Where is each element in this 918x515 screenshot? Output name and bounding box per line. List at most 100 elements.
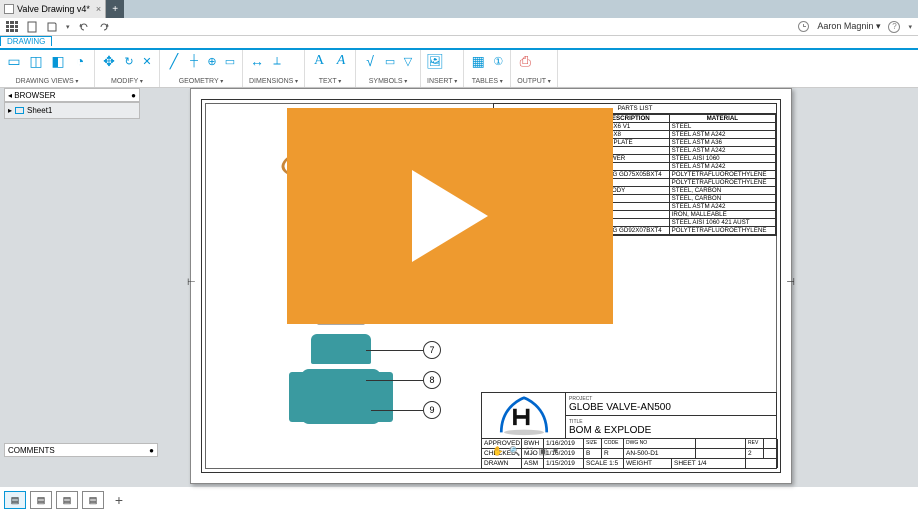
section-mark-right: ⊣ [786, 277, 795, 288]
sheet-thumb-2[interactable]: ▤ [30, 491, 52, 509]
balloon[interactable]: 7 [423, 341, 441, 359]
save-dropdown-icon[interactable]: ▾ [66, 23, 70, 31]
balloon-icon[interactable]: ① [492, 54, 504, 68]
undo-icon[interactable] [78, 21, 90, 33]
data-panel-icon[interactable] [6, 21, 18, 33]
table-cell: POLYTETRAFLUOROETHYLENE [669, 227, 775, 235]
save-icon[interactable] [46, 21, 58, 33]
browser-collapse-icon[interactable]: ● [131, 91, 136, 100]
zoom-window-icon[interactable]: ⛶ [526, 446, 532, 457]
leader-line [371, 410, 423, 411]
group-label[interactable]: DIMENSIONS [249, 78, 298, 85]
ordinate-icon[interactable]: ⟂ [271, 54, 283, 68]
sheet-thumb-3[interactable]: ▤ [56, 491, 78, 509]
sheet-icon [15, 107, 24, 114]
table-cell: STEEL ASTM A242 [669, 131, 775, 139]
leader-line [366, 380, 423, 381]
comments-label: COMMENTS [8, 446, 55, 455]
table-cell: POLYTETRAFLUOROETHYLENE [669, 179, 775, 187]
line-icon[interactable]: ╱ [166, 52, 182, 70]
title-block[interactable]: PROJECT GLOBE VALVE-AN500 TITLE BOM & EX… [481, 392, 777, 469]
browser-header[interactable]: ◂ BROWSER ● [4, 88, 140, 102]
context-tab-row: DRAWING [0, 36, 918, 48]
base-view-icon[interactable]: ▭ [6, 52, 22, 70]
group-modify: ✥ ↻ ✕ MODIFY [95, 50, 160, 87]
add-sheet-button[interactable]: + [108, 491, 130, 509]
group-label[interactable]: TEXT [311, 78, 349, 85]
ribbon-toolbar: ▭ ◫ ◧ ◔ DRAWING VIEWS ✥ ↻ ✕ MODIFY ╱ ┼ ⊕… [0, 48, 918, 88]
video-play-overlay[interactable] [287, 108, 613, 324]
document-tab[interactable]: Valve Drawing v4* × [0, 0, 106, 18]
group-drawing-views: ▭ ◫ ◧ ◔ DRAWING VIEWS [0, 50, 95, 87]
company-logo [482, 393, 566, 438]
rotate-icon[interactable]: ↻ [123, 54, 135, 68]
section-view-icon[interactable]: ◧ [50, 52, 66, 70]
browser-node-sheet[interactable]: ▸ Sheet1 [8, 106, 136, 115]
table-cell: STEEL [669, 123, 775, 131]
dimension-icon[interactable]: ↔ [249, 52, 265, 70]
output-icon[interactable]: ⎙ [517, 52, 533, 70]
centermark-icon[interactable]: ⊕ [206, 54, 218, 68]
group-tables: ▦ ① TABLES [464, 50, 511, 87]
balloon[interactable]: 8 [423, 371, 441, 389]
edge-icon[interactable]: ▭ [224, 54, 236, 68]
table-cell: STEEL ASTM A242 [669, 163, 775, 171]
clock-icon[interactable] [798, 21, 809, 32]
sheet-thumb-1[interactable]: ▤ [4, 491, 26, 509]
table-cell: STEEL, CARBON [669, 195, 775, 203]
group-label[interactable]: DRAWING VIEWS [6, 78, 88, 85]
title-value: BOM & EXPLODE [569, 425, 773, 436]
pan-icon[interactable]: ✋ [492, 446, 503, 457]
close-tab-icon[interactable]: × [96, 4, 101, 14]
nav-dropdown-icon[interactable]: ▾ [553, 446, 558, 457]
document-icon [4, 4, 14, 14]
expand-icon[interactable]: ▸ [8, 106, 12, 115]
leader-line [366, 350, 423, 351]
comments-collapse-icon[interactable]: ● [149, 446, 154, 455]
help-icon[interactable]: ? [888, 21, 900, 33]
table-cell: STEEL ASTM A242 [669, 203, 775, 211]
detail-view-icon[interactable]: ◔ [72, 52, 88, 70]
table-cell: IRON, MALLEABLE [669, 211, 775, 219]
centerline-icon[interactable]: ┼ [188, 54, 200, 68]
group-output: ⎙ OUTPUT [511, 50, 557, 87]
user-menu[interactable]: Aaron Magnin ▾ [817, 21, 880, 32]
group-label[interactable]: MODIFY [101, 78, 153, 85]
surface-icon[interactable]: √ [362, 52, 378, 70]
new-tab-button[interactable]: + [106, 0, 124, 18]
help-dropdown-icon[interactable]: ▾ [908, 23, 912, 31]
redo-icon[interactable] [98, 21, 110, 33]
group-geometry: ╱ ┼ ⊕ ▭ GEOMETRY [160, 50, 243, 87]
context-tab-drawing[interactable]: DRAWING [0, 36, 52, 46]
title-bar: Valve Drawing v4* × + [0, 0, 918, 18]
datum-icon[interactable]: ▽ [402, 54, 414, 68]
group-label[interactable]: INSERT [427, 78, 457, 85]
move-icon[interactable]: ✥ [101, 52, 117, 70]
leader-text-icon[interactable]: A [333, 52, 349, 70]
text-icon[interactable]: A [311, 52, 327, 70]
delete-icon[interactable]: ✕ [141, 54, 153, 68]
table-icon[interactable]: ▦ [470, 52, 486, 70]
file-icon[interactable] [26, 21, 38, 33]
feature-frame-icon[interactable]: ▭ [384, 54, 396, 68]
group-label[interactable]: TABLES [470, 78, 504, 85]
play-icon [412, 170, 488, 262]
table-cell: STEEL AISI 1060 [669, 155, 775, 163]
group-text: A A TEXT [305, 50, 356, 87]
image-icon[interactable]: 🖼 [427, 52, 443, 70]
zoom-icon[interactable]: 🔍 [509, 446, 520, 457]
group-dimensions: ↔ ⟂ DIMENSIONS [243, 50, 305, 87]
projected-view-icon[interactable]: ◫ [28, 52, 44, 70]
bonnet-graphic [311, 334, 371, 364]
group-label[interactable]: GEOMETRY [166, 78, 236, 85]
fit-icon[interactable]: ▣ [539, 446, 548, 457]
parts-list-header: MATERIAL [669, 115, 775, 123]
section-mark-left: ⊢ [187, 277, 196, 288]
group-label[interactable]: OUTPUT [517, 78, 550, 85]
comments-panel[interactable]: COMMENTS ● [4, 443, 158, 457]
balloon[interactable]: 9 [423, 401, 441, 419]
sheet-thumb-4[interactable]: ▤ [82, 491, 104, 509]
table-cell: POLYTETRAFLUOROETHYLENE [669, 171, 775, 179]
group-label[interactable]: SYMBOLS [362, 78, 414, 85]
group-insert: 🖼 INSERT [421, 50, 464, 87]
